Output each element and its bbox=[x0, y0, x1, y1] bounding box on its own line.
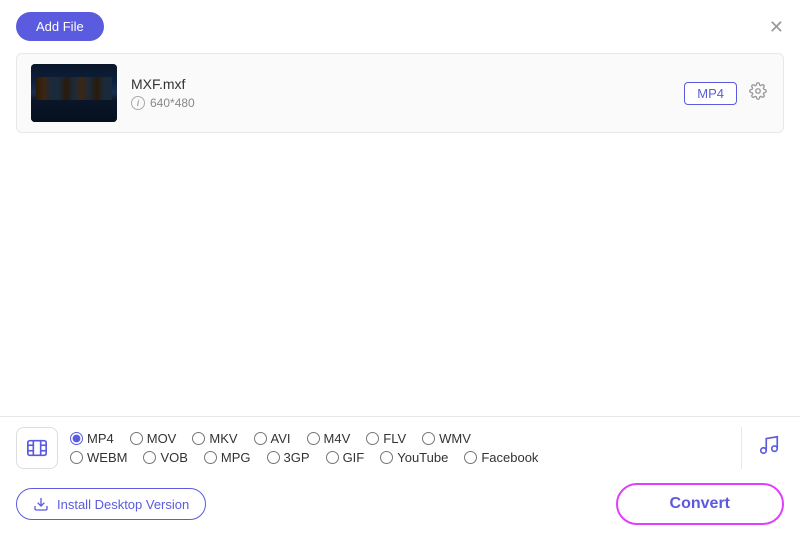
bottom-bar: Install Desktop Version Convert bbox=[0, 473, 800, 535]
close-button[interactable]: ✕ bbox=[769, 18, 784, 36]
radio-3gp[interactable] bbox=[267, 451, 280, 464]
audio-format-button[interactable] bbox=[754, 430, 784, 466]
format-option-vob[interactable]: VOB bbox=[143, 450, 187, 465]
install-desktop-button[interactable]: Install Desktop Version bbox=[16, 488, 206, 520]
convert-button[interactable]: Convert bbox=[616, 483, 784, 525]
file-meta: i 640*480 bbox=[131, 96, 684, 110]
file-info: MXF.mxf i 640*480 bbox=[131, 76, 684, 110]
format-option-m4v[interactable]: M4V bbox=[307, 431, 351, 446]
video-format-icon bbox=[16, 427, 58, 469]
format-option-mpg[interactable]: MPG bbox=[204, 450, 251, 465]
format-option-avi[interactable]: AVI bbox=[254, 431, 291, 446]
format-option-mkv[interactable]: MKV bbox=[192, 431, 237, 446]
radio-gif[interactable] bbox=[326, 451, 339, 464]
radio-facebook[interactable] bbox=[464, 451, 477, 464]
info-icon: i bbox=[131, 96, 145, 110]
format-row-1: MP4 MOV MKV AVI M4V FLV WMV bbox=[70, 431, 729, 446]
file-list: MXF.mxf i 640*480 MP4 bbox=[16, 53, 784, 133]
radio-youtube[interactable] bbox=[380, 451, 393, 464]
radio-mov[interactable] bbox=[130, 432, 143, 445]
file-resolution: 640*480 bbox=[150, 96, 195, 110]
format-option-mp4[interactable]: MP4 bbox=[70, 431, 114, 446]
file-name: MXF.mxf bbox=[131, 76, 684, 92]
file-actions: MP4 bbox=[684, 80, 769, 107]
add-file-button[interactable]: Add File bbox=[16, 12, 104, 41]
format-options: MP4 MOV MKV AVI M4V FLV WMV W bbox=[70, 431, 729, 465]
format-option-webm[interactable]: WEBM bbox=[70, 450, 127, 465]
format-badge-button[interactable]: MP4 bbox=[684, 82, 737, 105]
empty-area bbox=[0, 137, 800, 397]
file-item: MXF.mxf i 640*480 MP4 bbox=[17, 54, 783, 132]
format-option-gif[interactable]: GIF bbox=[326, 450, 365, 465]
radio-avi[interactable] bbox=[254, 432, 267, 445]
radio-wmv[interactable] bbox=[422, 432, 435, 445]
format-option-flv[interactable]: FLV bbox=[366, 431, 406, 446]
file-thumbnail bbox=[31, 64, 117, 122]
radio-vob[interactable] bbox=[143, 451, 156, 464]
radio-mkv[interactable] bbox=[192, 432, 205, 445]
format-option-mov[interactable]: MOV bbox=[130, 431, 177, 446]
top-bar: Add File ✕ bbox=[0, 0, 800, 49]
radio-mpg[interactable] bbox=[204, 451, 217, 464]
format-bar: MP4 MOV MKV AVI M4V FLV WMV W bbox=[0, 416, 800, 480]
radio-m4v[interactable] bbox=[307, 432, 320, 445]
radio-webm[interactable] bbox=[70, 451, 83, 464]
radio-flv[interactable] bbox=[366, 432, 379, 445]
radio-mp4[interactable] bbox=[70, 432, 83, 445]
format-option-youtube[interactable]: YouTube bbox=[380, 450, 448, 465]
format-row-2: WEBM VOB MPG 3GP GIF YouTube Facebook bbox=[70, 450, 729, 465]
settings-button[interactable] bbox=[747, 80, 769, 107]
format-option-facebook[interactable]: Facebook bbox=[464, 450, 538, 465]
install-label: Install Desktop Version bbox=[57, 497, 189, 512]
vertical-divider bbox=[741, 427, 742, 469]
format-option-3gp[interactable]: 3GP bbox=[267, 450, 310, 465]
format-option-wmv[interactable]: WMV bbox=[422, 431, 471, 446]
